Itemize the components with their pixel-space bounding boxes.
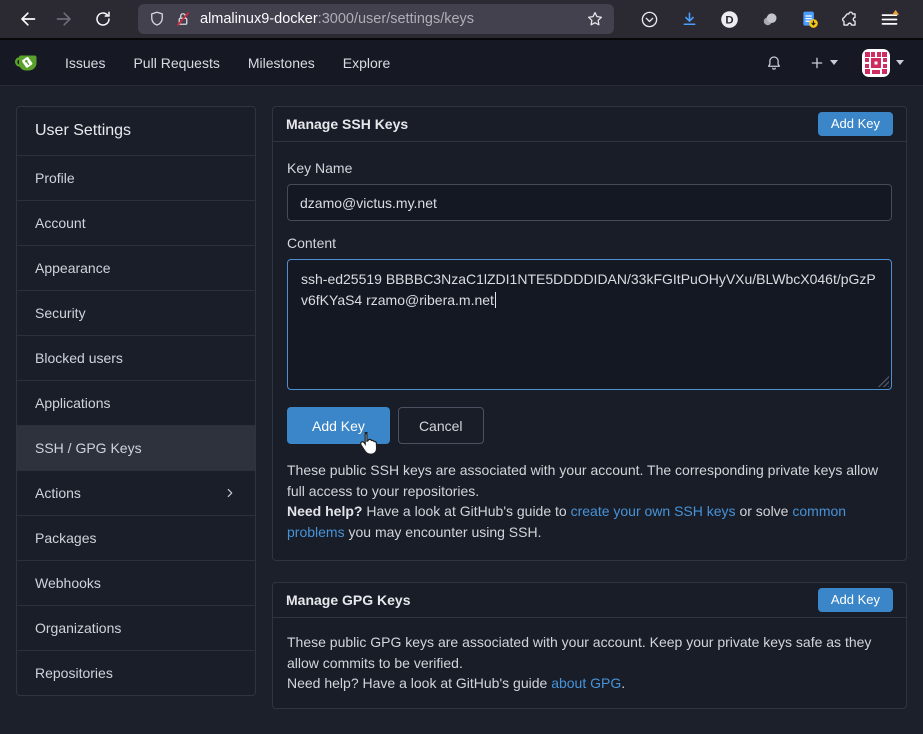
- browser-toolbar: almalinux9-docker:3000/user/settings/key…: [0, 0, 923, 40]
- chevron-down-icon: [830, 60, 838, 65]
- page-content: User Settings Profile Account Appearance…: [0, 86, 923, 709]
- url-path: :3000/user/settings/keys: [318, 11, 474, 27]
- cancel-button[interactable]: Cancel: [398, 407, 484, 444]
- add-key-submit-button[interactable]: Add Key: [287, 407, 390, 444]
- extension-d-button[interactable]: D: [716, 4, 742, 34]
- need-help-label: Need help?: [287, 675, 359, 691]
- settings-sidebar: User Settings Profile Account Appearance…: [16, 106, 256, 696]
- document-extension-icon: [799, 9, 820, 30]
- sidebar-item-profile[interactable]: Profile: [17, 155, 255, 200]
- url-text[interactable]: almalinux9-docker:3000/user/settings/key…: [200, 11, 578, 27]
- update-badge: [892, 9, 899, 14]
- sidebar-title: User Settings: [17, 107, 255, 155]
- gpg-help-paragraph: These public GPG keys are associated wit…: [287, 634, 871, 671]
- key-content-text: ssh-ed25519 BBBBC3NzaC1lZDI1NTE5DDDDIDAN…: [301, 271, 876, 308]
- gray-blob-extension-icon: [759, 9, 780, 30]
- gpg-help-text: These public GPG keys are associated wit…: [273, 618, 906, 708]
- toolbar-extensions-area: D: [636, 4, 902, 34]
- chevron-down-icon: [896, 60, 904, 65]
- user-menu-button[interactable]: [856, 45, 910, 81]
- bell-icon: [765, 54, 783, 72]
- app-menu-button[interactable]: [876, 4, 902, 34]
- sidebar-item-packages[interactable]: Packages: [17, 515, 255, 560]
- resize-grip[interactable]: [877, 375, 889, 387]
- svg-text:D: D: [725, 14, 733, 26]
- sidebar-item-blocked-users[interactable]: Blocked users: [17, 335, 255, 380]
- url-host: almalinux9-docker: [200, 11, 318, 27]
- back-button[interactable]: [10, 4, 44, 34]
- sidebar-item-ssh-gpg-keys[interactable]: SSH / GPG Keys: [17, 425, 255, 470]
- create-ssh-keys-link[interactable]: create your own SSH keys: [571, 503, 736, 519]
- puzzle-piece-icon: [840, 10, 859, 29]
- extension-gray-button[interactable]: [756, 4, 782, 34]
- sidebar-item-repositories[interactable]: Repositories: [17, 650, 255, 695]
- sidebar-item-security[interactable]: Security: [17, 290, 255, 335]
- pocket-icon: [640, 10, 659, 29]
- chevron-right-icon: [223, 486, 237, 500]
- ssh-help-paragraph: These public SSH keys are associated wit…: [287, 462, 878, 499]
- gpg-panel-title: Manage GPG Keys: [286, 592, 411, 608]
- ssh-help-text: These public SSH keys are associated wit…: [287, 460, 892, 542]
- sidebar-item-webhooks[interactable]: Webhooks: [17, 560, 255, 605]
- forward-arrow-icon: [55, 9, 75, 29]
- reload-button[interactable]: [86, 4, 120, 34]
- nav-item-issues[interactable]: Issues: [51, 47, 119, 79]
- sidebar-item-applications[interactable]: Applications: [17, 380, 255, 425]
- download-icon: [680, 10, 699, 29]
- letter-d-extension-icon: D: [719, 9, 740, 30]
- gpg-add-key-header-button[interactable]: Add Key: [818, 588, 893, 612]
- sidebar-item-organizations[interactable]: Organizations: [17, 605, 255, 650]
- sidebar-item-appearance[interactable]: Appearance: [17, 245, 255, 290]
- key-name-input[interactable]: [287, 184, 892, 221]
- gitea-logo[interactable]: [13, 49, 41, 77]
- form-buttons: Add Key Cancel: [287, 407, 892, 444]
- ssh-add-key-header-button[interactable]: Add Key: [818, 112, 893, 136]
- ssh-panel-header: Manage SSH Keys Add Key: [273, 107, 906, 142]
- forward-button[interactable]: [48, 4, 82, 34]
- about-gpg-link[interactable]: about GPG: [551, 675, 621, 691]
- main-content: Manage SSH Keys Add Key Key Name Content…: [272, 106, 907, 709]
- navbar-right: [757, 45, 910, 81]
- gpg-panel-header: Manage GPG Keys Add Key: [273, 583, 906, 618]
- need-help-label: Need help?: [287, 503, 362, 519]
- nav-item-pull-requests[interactable]: Pull Requests: [119, 47, 233, 79]
- gpg-keys-panel: Manage GPG Keys Add Key These public GPG…: [272, 582, 907, 709]
- ssh-keys-panel: Manage SSH Keys Add Key Key Name Content…: [272, 106, 907, 561]
- extensions-button[interactable]: [836, 4, 862, 34]
- nav-item-explore[interactable]: Explore: [329, 47, 404, 79]
- pocket-button[interactable]: [636, 4, 662, 34]
- bookmark-star-icon[interactable]: [586, 10, 604, 28]
- create-new-button[interactable]: [801, 49, 846, 77]
- key-name-label: Key Name: [287, 160, 892, 176]
- gitea-navbar: Issues Pull Requests Milestones Explore: [0, 40, 923, 86]
- downloads-button[interactable]: [676, 4, 702, 34]
- nav-item-milestones[interactable]: Milestones: [234, 47, 329, 79]
- ssh-panel-title: Manage SSH Keys: [286, 116, 408, 132]
- url-bar[interactable]: almalinux9-docker:3000/user/settings/key…: [138, 4, 614, 34]
- extension-doc-button[interactable]: [796, 4, 822, 34]
- sidebar-item-actions[interactable]: Actions: [17, 470, 255, 515]
- content-label: Content: [287, 235, 892, 251]
- plus-icon: [809, 55, 825, 71]
- insecure-lock-icon[interactable]: [174, 10, 192, 28]
- reload-icon: [94, 10, 112, 28]
- user-avatar: [862, 49, 890, 77]
- key-content-textarea[interactable]: ssh-ed25519 BBBBC3NzaC1lZDI1NTE5DDDDIDAN…: [287, 259, 892, 390]
- ssh-key-form: Key Name Content ssh-ed25519 BBBBC3NzaC1…: [273, 142, 906, 560]
- back-arrow-icon: [17, 9, 37, 29]
- notifications-button[interactable]: [757, 48, 791, 78]
- sidebar-item-account[interactable]: Account: [17, 200, 255, 245]
- hamburger-menu-icon: [879, 9, 900, 30]
- text-caret: [495, 292, 497, 308]
- tracking-shield-icon[interactable]: [148, 10, 166, 28]
